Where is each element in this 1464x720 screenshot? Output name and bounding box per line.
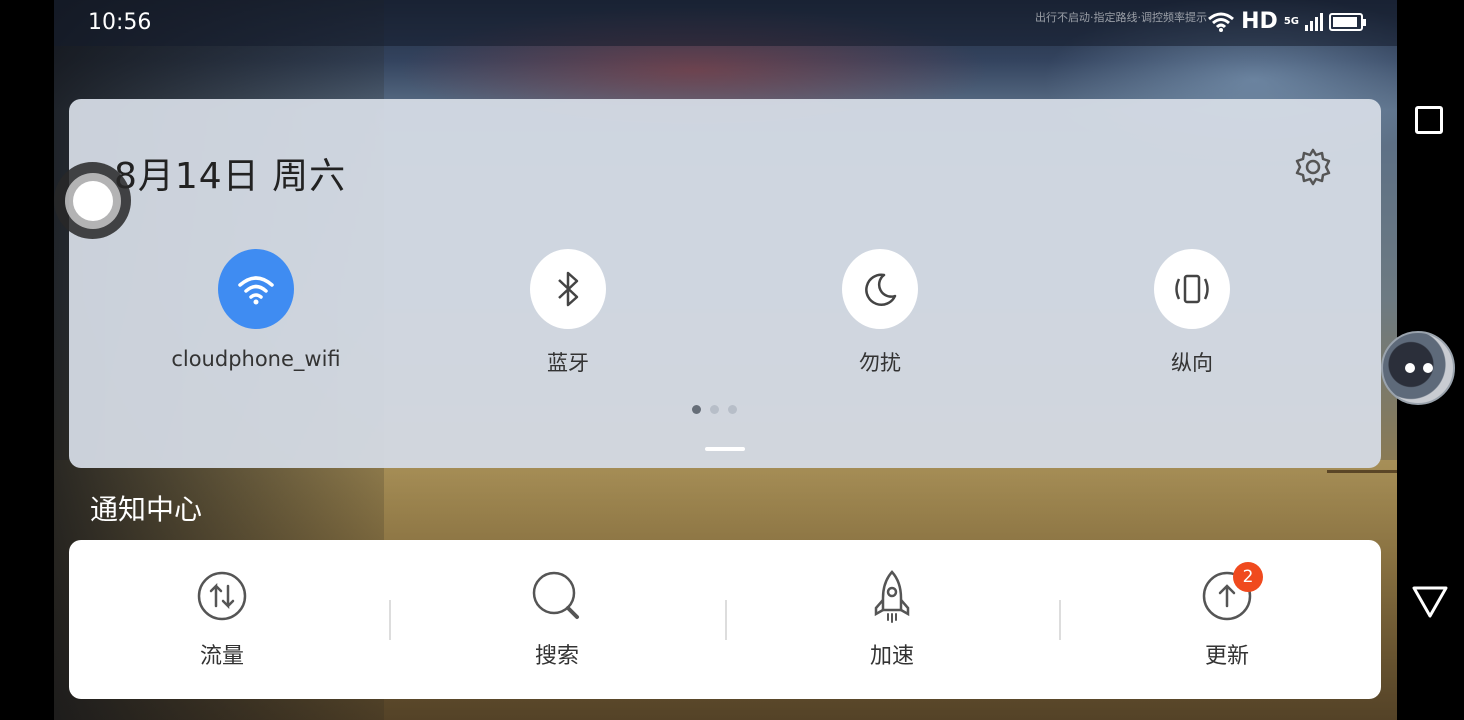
page-indicator	[692, 405, 737, 414]
divider	[1059, 600, 1061, 640]
moon-icon[interactable]	[842, 249, 918, 329]
network-sub: 5G	[1283, 16, 1299, 27]
tile-wifi-label: cloudphone_wifi	[171, 347, 341, 371]
rotation-lock-icon[interactable]	[1154, 249, 1230, 329]
notification-shortcuts-card: 流量 搜索 加速 2 更新	[69, 540, 1381, 699]
search-icon	[529, 568, 585, 624]
divider	[389, 600, 391, 640]
quick-settings-panel: 8月14日 周六 cloudphone_wifi 蓝牙 勿扰 纵向	[69, 99, 1381, 468]
tile-wifi[interactable]: cloudphone_wifi	[136, 249, 376, 371]
wifi-icon[interactable]	[218, 249, 294, 329]
data-usage-icon	[194, 568, 250, 624]
network-type: HD	[1241, 9, 1278, 34]
bluetooth-icon[interactable]	[530, 249, 606, 329]
tile-rotation-label: 纵向	[1171, 351, 1213, 375]
battery-icon	[1329, 12, 1366, 31]
status-notice: 出行不启动·指定路线·调控频率提示	[1035, 11, 1207, 24]
settings-gear-icon[interactable]	[1293, 147, 1333, 187]
back-button[interactable]	[1411, 585, 1449, 619]
status-bar: 10:56 出行不启动·指定路线·调控频率提示 HD 5G	[54, 0, 1397, 46]
tile-rotation[interactable]: 纵向	[1072, 249, 1312, 377]
update-icon: 2	[1199, 562, 1263, 624]
panel-drag-handle[interactable]	[705, 447, 745, 451]
shortcut-boost[interactable]: 加速	[792, 568, 992, 670]
tile-dnd-label: 勿扰	[859, 351, 901, 375]
shortcut-data-usage[interactable]: 流量	[122, 568, 322, 670]
rocket-icon	[864, 568, 920, 624]
shortcut-search[interactable]: 搜索	[457, 568, 657, 670]
shortcut-data-usage-label: 流量	[199, 644, 244, 669]
assistive-touch-button[interactable]	[54, 162, 131, 239]
tile-dnd[interactable]: 勿扰	[760, 249, 1000, 377]
divider	[725, 600, 727, 640]
shortcut-search-label: 搜索	[534, 644, 579, 669]
update-count-badge: 2	[1233, 562, 1263, 592]
status-icons: HD 5G	[1207, 9, 1366, 34]
floating-avatar[interactable]	[1381, 331, 1455, 405]
recents-button[interactable]	[1415, 106, 1443, 134]
notification-center-title: 通知中心	[90, 493, 203, 526]
tile-bluetooth[interactable]: 蓝牙	[448, 249, 688, 377]
signal-icon	[1305, 12, 1323, 31]
shortcut-update-label: 更新	[1204, 644, 1249, 669]
status-time: 10:56	[88, 10, 152, 35]
tile-bluetooth-label: 蓝牙	[547, 351, 589, 375]
wifi-status-icon	[1208, 12, 1235, 32]
wallpaper-fence	[1327, 470, 1397, 533]
date-label: 8月14日 周六	[114, 156, 347, 197]
shortcut-update[interactable]: 2 更新	[1127, 562, 1327, 670]
shortcut-boost-label: 加速	[869, 644, 914, 669]
